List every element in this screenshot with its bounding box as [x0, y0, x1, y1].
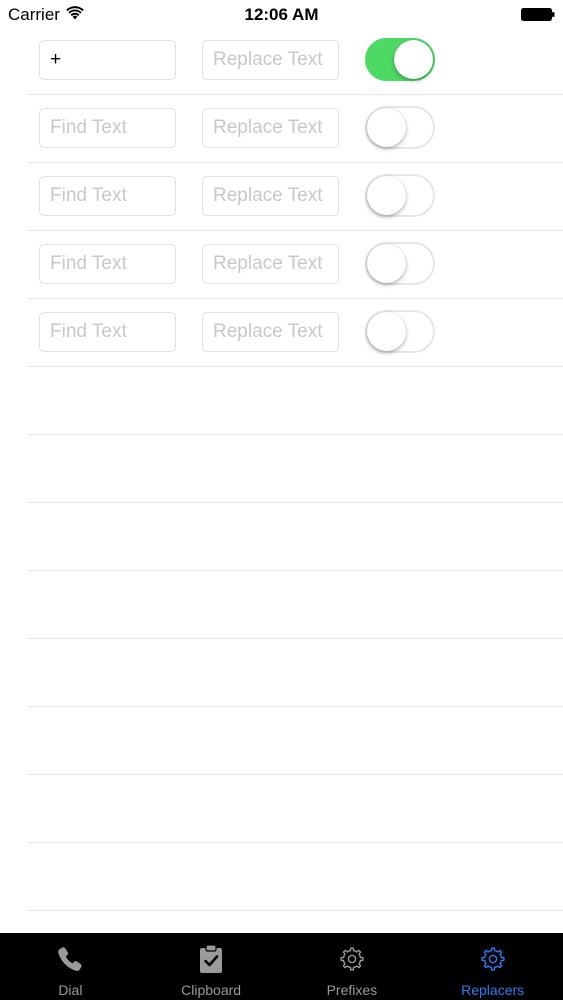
phone-icon: [58, 947, 82, 971]
find-text-input[interactable]: [39, 176, 176, 216]
tab-dial[interactable]: Dial: [0, 933, 141, 1000]
tab-label: Replacers: [461, 982, 525, 998]
enable-toggle[interactable]: [365, 310, 435, 353]
tab-prefixes[interactable]: Prefixes: [282, 933, 423, 1000]
find-text-input[interactable]: [39, 244, 176, 284]
tab-bar: Dial Clipboard Prefixes Replacers: [0, 933, 563, 1000]
replace-text-input[interactable]: [202, 244, 339, 284]
empty-table-row: [28, 639, 563, 707]
empty-table-row: [28, 843, 563, 911]
table-row: [28, 95, 563, 163]
gear-icon: [481, 947, 505, 971]
toggle-knob: [367, 312, 406, 351]
enable-toggle[interactable]: [365, 106, 435, 149]
table-row: [28, 163, 563, 231]
replacers-table: [0, 27, 563, 911]
battery-icon: [521, 8, 555, 21]
empty-table-row: [28, 707, 563, 775]
tab-label: Prefixes: [326, 982, 378, 998]
toggle-knob: [367, 108, 406, 147]
tab-replacers[interactable]: Replacers: [422, 933, 563, 1000]
table-row: [28, 27, 563, 95]
enable-toggle[interactable]: [365, 174, 435, 217]
tab-label: Dial: [58, 982, 83, 998]
table-row: [28, 231, 563, 299]
empty-table-row: [28, 775, 563, 843]
empty-table-row: [28, 435, 563, 503]
find-text-input[interactable]: [39, 312, 176, 352]
toggle-knob: [367, 176, 406, 215]
empty-table-row: [28, 367, 563, 435]
status-time: 12:06 AM: [244, 5, 319, 24]
tab-label: Clipboard: [181, 982, 242, 998]
replace-text-input[interactable]: [202, 176, 339, 216]
empty-table-row: [28, 571, 563, 639]
empty-table-row: [28, 503, 563, 571]
status-bar: Carrier 12:06 AM: [0, 0, 563, 30]
replace-text-input[interactable]: [202, 40, 339, 80]
table-row: [28, 299, 563, 367]
enable-toggle[interactable]: [365, 242, 435, 285]
clipboard-icon: [200, 944, 223, 973]
find-text-input[interactable]: [39, 40, 176, 80]
find-text-input[interactable]: [39, 108, 176, 148]
replace-text-input[interactable]: [202, 312, 339, 352]
toggle-knob: [367, 244, 406, 283]
gear-icon: [340, 947, 364, 971]
enable-toggle[interactable]: [365, 38, 435, 81]
toggle-knob: [394, 40, 433, 79]
tab-clipboard[interactable]: Clipboard: [141, 933, 282, 1000]
replace-text-input[interactable]: [202, 108, 339, 148]
